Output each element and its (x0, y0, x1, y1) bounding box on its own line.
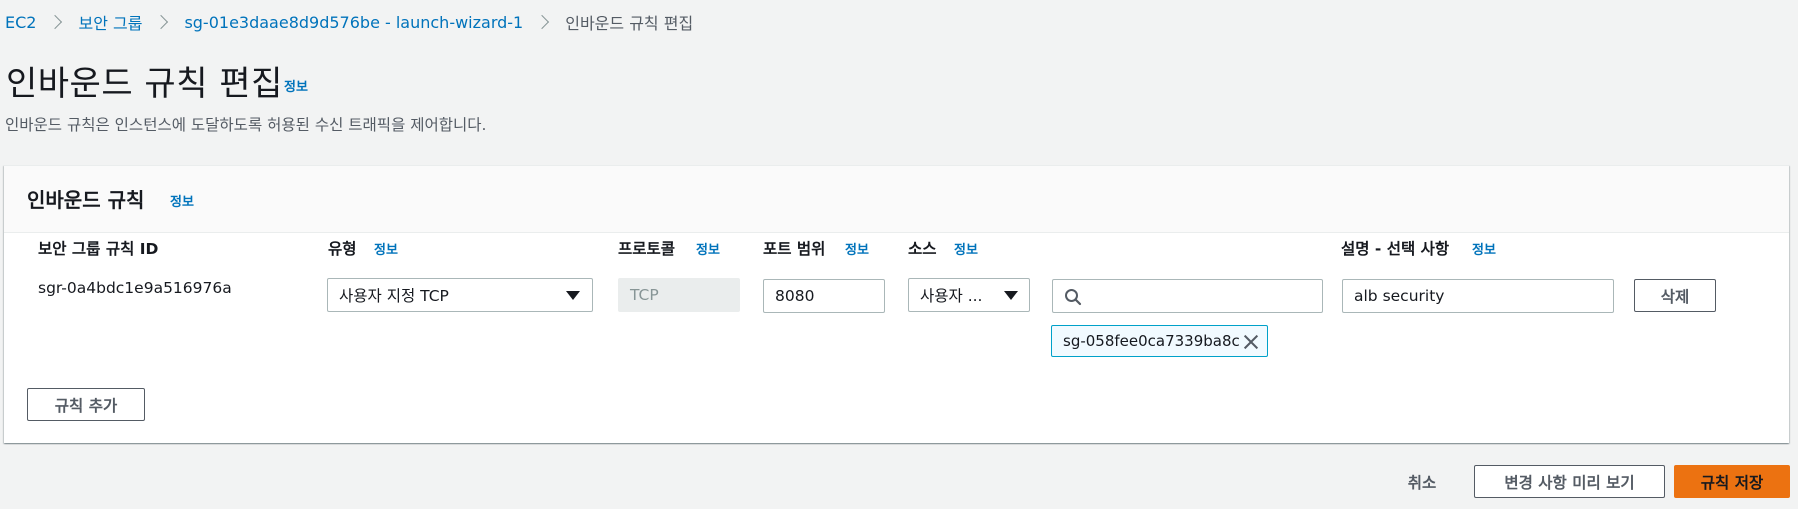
port-range-value: 8080 (775, 287, 815, 305)
breadcrumb-ec2[interactable]: EC2 (5, 13, 36, 32)
column-header-port-range: 포트 범위 (763, 240, 826, 258)
chevron-right-icon (535, 14, 550, 30)
column-header-protocol: 프로토콜 (618, 240, 676, 258)
container-header: 인바운드 규칙 정보 (4, 166, 1789, 233)
protocol-info-link[interactable]: 정보 (696, 239, 720, 258)
container-title: 인바운드 규칙 (27, 188, 145, 212)
breadcrumb-current: 인바운드 규칙 편집 (565, 14, 694, 33)
page-title: 인바운드 규칙 편집 (6, 64, 283, 104)
column-header-source: 소스 (908, 240, 937, 258)
delete-rule-button[interactable]: 삭제 (1634, 279, 1716, 312)
search-icon (1065, 289, 1082, 306)
protocol-value: TCP (630, 286, 659, 304)
breadcrumb-security-groups[interactable]: 보안 그룹 (78, 10, 142, 34)
type-select[interactable]: 사용자 지정 TCP (327, 278, 593, 312)
port-range-input[interactable]: 8080 (763, 279, 885, 313)
breadcrumb: EC2 보안 그룹 sg-01e3daae8d9d576be - launch-… (5, 10, 694, 34)
rule-id: sgr-0a4bdc1e9a516976a (38, 279, 232, 297)
cancel-button[interactable]: 취소 (1388, 465, 1456, 498)
save-rules-button[interactable]: 규칙 저장 (1674, 465, 1790, 498)
type-info-link[interactable]: 정보 (374, 239, 398, 258)
port-range-info-link[interactable]: 정보 (845, 239, 869, 258)
close-icon[interactable] (1243, 334, 1259, 350)
preview-changes-button[interactable]: 변경 사항 미리 보기 (1474, 465, 1665, 498)
chevron-right-icon (48, 14, 63, 30)
page-info-link[interactable]: 정보 (284, 76, 308, 95)
source-info-link[interactable]: 정보 (954, 239, 978, 258)
column-header-type: 유형 (328, 240, 357, 258)
column-header-rule-id: 보안 그룹 규칙 ID (38, 240, 159, 258)
add-rule-button[interactable]: 규칙 추가 (27, 388, 145, 421)
caret-down-icon (566, 291, 580, 300)
source-token: sg-058fee0ca7339ba8c (1051, 325, 1268, 357)
source-type-value: 사용자 ... (920, 287, 983, 305)
type-select-value: 사용자 지정 TCP (339, 287, 449, 305)
container-info-link[interactable]: 정보 (170, 191, 194, 210)
description-value: alb security (1354, 287, 1445, 305)
chevron-right-icon (154, 14, 169, 30)
breadcrumb-security-group[interactable]: sg-01e3daae8d9d576be - launch-wizard-1 (184, 13, 523, 32)
protocol-field: TCP (618, 278, 740, 312)
description-info-link[interactable]: 정보 (1472, 239, 1496, 258)
description-input[interactable]: alb security (1342, 279, 1614, 313)
source-token-label: sg-058fee0ca7339ba8c (1063, 332, 1240, 350)
caret-down-icon (1004, 291, 1018, 300)
column-header-description: 설명 - 선택 사항 (1341, 240, 1450, 258)
inbound-rules-container: 인바운드 규칙 정보 보안 그룹 규칙 ID 유형 정보 프로토콜 정보 포트 … (4, 165, 1789, 443)
source-type-select[interactable]: 사용자 ... (908, 278, 1030, 312)
source-search-input[interactable] (1052, 279, 1323, 313)
page-description: 인바운드 규칙은 인스턴스에 도달하도록 허용된 수신 트래픽을 제어합니다. (5, 116, 487, 134)
